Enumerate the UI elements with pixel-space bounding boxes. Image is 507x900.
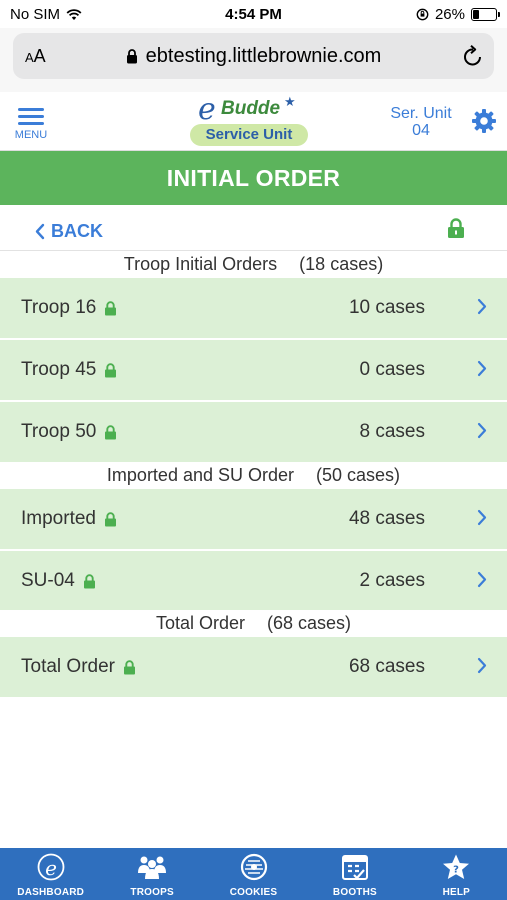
help-star-icon: ? — [443, 854, 470, 879]
section-title: Troop Initial Orders — [123, 254, 278, 274]
menu-button[interactable]: MENU — [10, 104, 52, 141]
gear-icon[interactable] — [471, 108, 497, 134]
tab-cookies[interactable]: COOKIES — [203, 848, 304, 900]
section-count: (68 cases) — [267, 613, 352, 633]
browser-toolbar: AA ebtesting.littlebrownie.com — [0, 28, 507, 92]
list-item[interactable]: Total Order 68 cases — [0, 637, 507, 697]
chevron-right-icon — [477, 360, 487, 377]
row-cases: 2 cases — [359, 570, 425, 591]
row-name: Imported — [21, 508, 96, 529]
row-name: Troop 45 — [21, 359, 97, 380]
tab-booths[interactable]: BOOTHS — [304, 848, 405, 900]
reload-icon[interactable] — [462, 44, 484, 68]
section-header-troop-orders: Troop Initial Orders (18 cases) — [0, 251, 507, 277]
row-name: Troop 50 — [21, 421, 97, 442]
tab-label: HELP — [442, 887, 471, 898]
lock-icon — [123, 659, 135, 674]
hamburger-icon — [10, 108, 52, 125]
service-unit-label: Ser. Unit 04 — [390, 105, 452, 139]
row-cases: 68 cases — [348, 656, 425, 677]
back-button[interactable]: BACK — [35, 221, 103, 242]
section-title: Imported and SU Order — [106, 465, 295, 485]
lock-icon — [104, 511, 116, 526]
page-title: INITIAL ORDER — [0, 151, 507, 205]
cookie-icon — [240, 853, 267, 881]
lock-icon — [105, 362, 117, 377]
chevron-right-icon — [477, 571, 487, 588]
row-cases: 10 cases — [348, 297, 425, 318]
troops-people-icon — [138, 856, 167, 879]
chevron-right-icon — [477, 422, 487, 439]
list-item[interactable]: Troop 16 10 cases — [0, 278, 507, 338]
svg-text:e: e — [45, 856, 57, 880]
section-count: (18 cases) — [299, 254, 384, 274]
chevron-left-icon — [35, 223, 45, 240]
tab-help[interactable]: ? HELP — [406, 848, 507, 900]
secure-lock-icon — [126, 49, 137, 64]
back-row: BACK — [0, 205, 507, 251]
chevron-right-icon — [477, 657, 487, 674]
tab-label: BOOTHS — [332, 887, 377, 898]
lock-icon — [83, 573, 95, 588]
booth-calendar-icon — [341, 855, 368, 880]
status-bar: No SIM 4:54 PM 26% — [0, 0, 507, 28]
lock-icon — [448, 218, 464, 238]
tab-dashboard[interactable]: e DASHBOARD — [0, 848, 101, 900]
lock-icon — [105, 424, 117, 439]
section-count: (50 cases) — [316, 465, 401, 485]
list-item[interactable]: SU-04 2 cases — [0, 551, 507, 611]
app-header: MENU e Budde ★ Service Unit Ser. Unit 04 — [0, 92, 507, 151]
tab-label: TROOPS — [130, 887, 174, 898]
list-item[interactable]: Imported 48 cases — [0, 489, 507, 549]
section-title: Total Order — [155, 613, 245, 633]
address-bar[interactable]: AA ebtesting.littlebrownie.com — [13, 33, 494, 79]
orientation-lock-icon — [416, 8, 429, 21]
chevron-right-icon — [477, 298, 487, 315]
url-text: ebtesting.littlebrownie.com — [145, 45, 382, 67]
bottom-tab-bar: e DASHBOARD TROOPS COOKIES BOOTHS ? HELP — [0, 848, 507, 900]
list-item[interactable]: Troop 45 0 cases — [0, 340, 507, 400]
tab-label: DASHBOARD — [17, 887, 85, 898]
tab-label: COOKIES — [229, 887, 278, 898]
section-header-imported-su: Imported and SU Order (50 cases) — [0, 462, 507, 488]
battery-percent: 26% — [434, 6, 465, 23]
row-cases: 8 cases — [359, 421, 425, 442]
row-cases: 48 cases — [348, 508, 425, 529]
menu-label: MENU — [14, 129, 48, 141]
section-header-total: Total Order (68 cases) — [0, 610, 507, 636]
chevron-right-icon — [477, 509, 487, 526]
row-cases: 0 cases — [359, 359, 425, 380]
svg-text:?: ? — [453, 865, 459, 876]
ebudde-service-unit-logo: e Budde ★ Service Unit — [188, 92, 318, 148]
row-name: Total Order — [21, 656, 115, 677]
row-name: Troop 16 — [21, 297, 97, 318]
lock-icon — [105, 300, 117, 315]
row-name: SU-04 — [21, 570, 75, 591]
tab-troops[interactable]: TROOPS — [101, 848, 202, 900]
battery-icon — [471, 8, 500, 21]
list-item[interactable]: Troop 50 8 cases — [0, 402, 507, 462]
ebudde-e-icon: e — [37, 853, 65, 881]
back-label: BACK — [51, 221, 103, 241]
